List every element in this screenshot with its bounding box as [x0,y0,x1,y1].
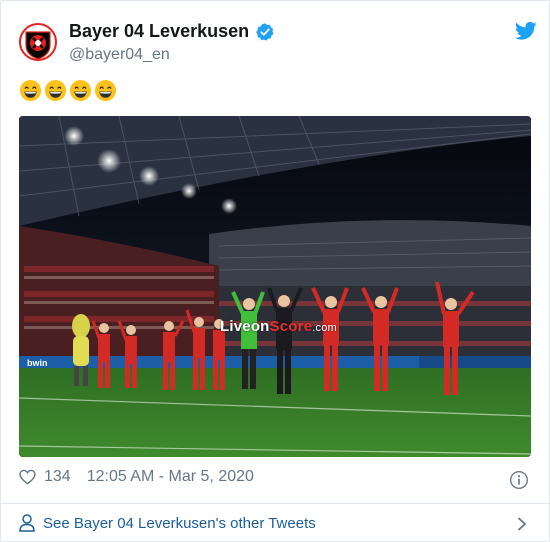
watermark-main: Liveon [220,318,270,335]
other-tweets-link[interactable]: See Bayer 04 Leverkusen's other Tweets [19,514,316,532]
grinning-face-icon [69,79,92,102]
like-count[interactable]: 134 [44,468,71,486]
twitter-bird-icon[interactable] [515,21,537,41]
grinning-face-icon [19,79,42,102]
tweet-text: 😄😄😄😄 [19,79,117,102]
tweet-meta: 134 12:05 AM - Mar 5, 2020 [19,468,254,486]
display-name-text[interactable]: Bayer 04 Leverkusen [69,21,249,42]
grinning-face-icon [44,79,67,102]
person-icon [19,514,35,532]
divider [1,503,549,504]
handle[interactable]: @bayer04_en [69,46,170,64]
chevron-right-icon[interactable] [517,517,527,531]
other-tweets-label[interactable]: See Bayer 04 Leverkusen's other Tweets [43,515,316,532]
watermark-suffix: .com [312,322,337,334]
ad-board-text: bwin [27,358,48,368]
heart-icon[interactable] [19,469,36,485]
grinning-face-icon [94,79,117,102]
watermark-accent: Score [269,318,313,335]
verified-badge-icon [256,22,274,41]
timestamp[interactable]: 12:05 AM - Mar 5, 2020 [87,468,254,486]
tweet-card: Bayer 04 Leverkusen @bayer04_en 😄😄😄😄 [0,0,550,542]
info-icon[interactable] [509,470,529,490]
tweet-photo[interactable]: bwin LiveonScore.com [19,116,531,457]
watermark: LiveonScore.com [220,318,337,335]
stadium-scene: bwin [19,116,531,457]
bayer-04-crest-icon[interactable] [19,23,57,61]
display-name[interactable]: Bayer 04 Leverkusen [69,21,275,42]
